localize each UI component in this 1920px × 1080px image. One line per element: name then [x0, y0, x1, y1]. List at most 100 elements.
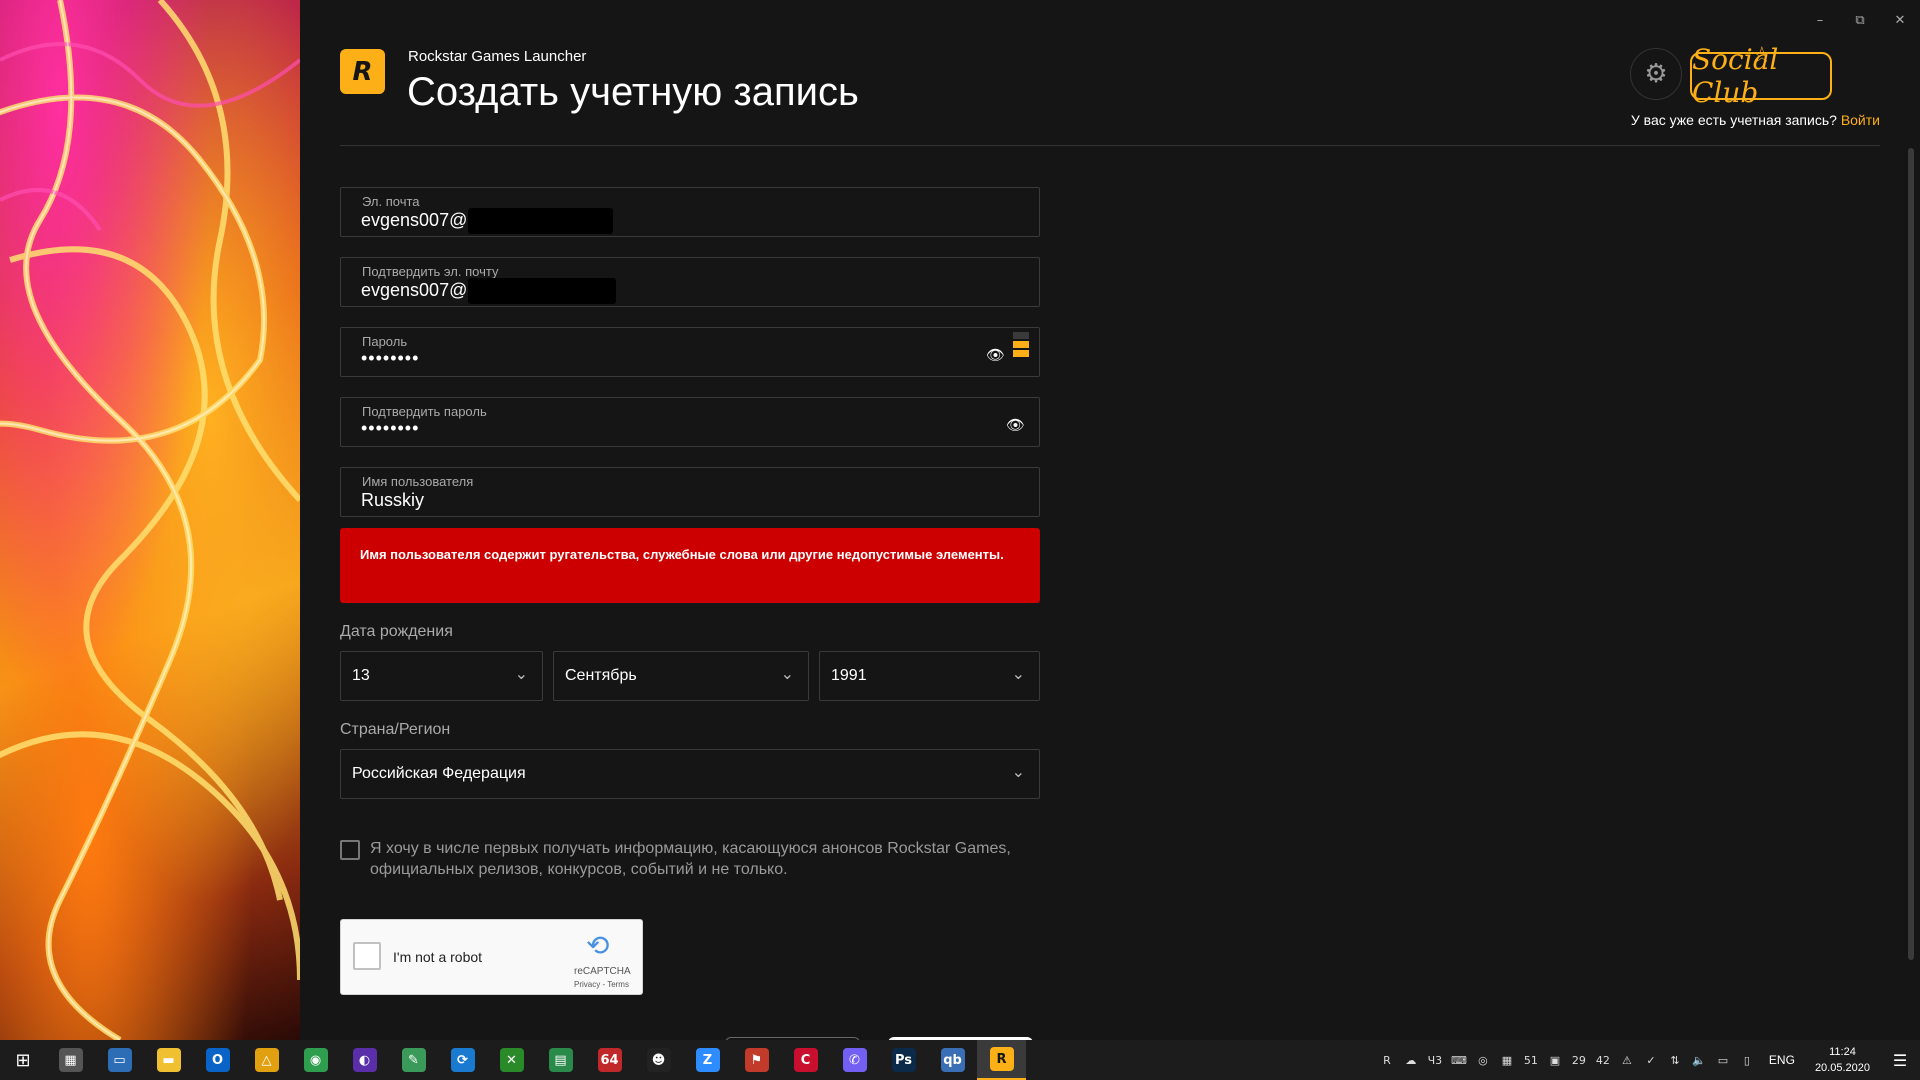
email-label: Эл. почта — [362, 194, 420, 209]
newsletter-checkbox[interactable] — [340, 840, 360, 860]
tray-icon[interactable]: ▣ — [1543, 1040, 1567, 1080]
taskbar-zoom-icon[interactable]: Z — [683, 1040, 732, 1080]
taskbar-filezilla-icon[interactable]: ⚑ — [732, 1040, 781, 1080]
username-error-message: Имя пользователя содержит ругательства, … — [340, 528, 1040, 603]
file-explorer-glyph: ▬ — [156, 1048, 181, 1072]
windows-start-icon[interactable]: ⊞ — [0, 1040, 46, 1080]
close-button[interactable]: ✕ — [1880, 0, 1920, 40]
taskbar-file-explorer-icon[interactable]: ▬ — [144, 1040, 193, 1080]
taskbar-calculator-icon[interactable]: ▦ — [46, 1040, 95, 1080]
tray-icon[interactable]: ☁ — [1399, 1040, 1423, 1080]
tray-icon[interactable]: ⇅ — [1663, 1040, 1687, 1080]
clock[interactable]: 11:24 20.05.2020 — [1815, 1044, 1870, 1076]
purple-app-glyph: ◐ — [352, 1048, 377, 1072]
page-title: Создать учетную запись — [407, 70, 859, 114]
taskbar-chrome-icon[interactable]: ◉ — [291, 1040, 340, 1080]
tray-icon[interactable]: 51 — [1519, 1040, 1543, 1080]
filezilla-glyph: ⚑ — [744, 1048, 769, 1072]
country-label: Страна/Регион — [340, 721, 451, 738]
paint-app-glyph: ✎ — [401, 1048, 426, 1072]
tray-icon[interactable]: 42 — [1591, 1040, 1615, 1080]
country-value: Российская Федерация — [352, 765, 526, 782]
dob-month-value: Сентябрь — [565, 667, 637, 684]
taskbar-triangle-app-icon[interactable]: △ — [242, 1040, 291, 1080]
qbittorrent-glyph: qb — [940, 1048, 965, 1072]
tray-icon[interactable]: ◎ — [1471, 1040, 1495, 1080]
mask-app-glyph: ☻ — [646, 1048, 671, 1072]
tray-icon[interactable]: ▭ — [1711, 1040, 1735, 1080]
confirm-email-field[interactable]: Подтвердить эл. почту evgens007@ — [340, 257, 1040, 307]
dob-year-select[interactable]: 1991 ⌄ — [819, 651, 1040, 701]
chevron-down-icon: ⌄ — [514, 664, 528, 683]
country-select[interactable]: Российская Федерация ⌄ — [340, 749, 1040, 799]
dob-day-value: 13 — [352, 667, 370, 684]
minimize-button[interactable]: – — [1800, 0, 1840, 40]
scrollbar[interactable] — [1908, 148, 1914, 960]
signin-link[interactable]: Войти — [1841, 112, 1880, 128]
settings-gear-icon[interactable]: ⚙ — [1630, 48, 1682, 100]
confirm-password-label: Подтвердить пароль — [362, 404, 487, 419]
confirm-password-field[interactable]: Подтвердить пароль •••••••• 👁 — [340, 397, 1040, 447]
tray-icon[interactable]: 29 — [1567, 1040, 1591, 1080]
taskbar-rockstar-launcher-icon[interactable]: R — [977, 1040, 1026, 1080]
restore-button[interactable]: ⧉ — [1840, 0, 1880, 40]
taskbar-remote-desktop-icon[interactable]: ▭ — [95, 1040, 144, 1080]
photoshop-glyph: Ps — [891, 1048, 916, 1072]
username-field[interactable]: Имя пользователя Russkiy — [340, 467, 1040, 517]
tray-icon[interactable]: 🔈 — [1687, 1040, 1711, 1080]
show-password-eye-icon[interactable]: 👁 — [986, 346, 1005, 364]
notification-center-icon[interactable]: ☰ — [1880, 1040, 1920, 1080]
sync-app-glyph: ⟳ — [450, 1048, 475, 1072]
system-tray: R ☁ Ч3 ⌨ ◎ ▦ 51 ▣ 29 42 ⚠ ✓ ⇅ 🔈 ▭ ▯ ENG 11:24 20.05.202… — [1375, 1040, 1920, 1080]
password-value: •••••••• — [361, 348, 420, 368]
email-field[interactable]: Эл. почта evgens007@ — [340, 187, 1040, 237]
clock-date: 20.05.2020 — [1814, 1062, 1870, 1074]
recaptcha-checkbox[interactable] — [353, 942, 381, 970]
tray-icon[interactable]: ▦ — [1495, 1040, 1519, 1080]
tray-icons: R ☁ Ч3 ⌨ ◎ ▦ 51 ▣ 29 42 ⚠ ✓ ⇅ 🔈 ▭ ▯ — [1375, 1040, 1759, 1080]
taskbar-paint-app-icon[interactable]: ✎ — [389, 1040, 438, 1080]
taskbar-mask-app-icon[interactable]: ☻ — [634, 1040, 683, 1080]
taskbar-photoshop-icon[interactable]: Ps — [879, 1040, 928, 1080]
taskbar-qbittorrent-icon[interactable]: qb — [928, 1040, 977, 1080]
logo-letter: R — [352, 56, 373, 87]
newsletter-text: Я хочу в числе первых получать информаци… — [370, 840, 1011, 878]
taskbar-outlook-icon[interactable]: O — [193, 1040, 242, 1080]
strength-segment — [1013, 341, 1029, 348]
taskbar-app-64-icon[interactable]: 64 — [585, 1040, 634, 1080]
taskbar-purple-app-icon[interactable]: ◐ — [340, 1040, 389, 1080]
recaptcha-label: I'm not a robot — [393, 949, 483, 965]
taskbar-red-c-app-icon[interactable]: C — [781, 1040, 830, 1080]
username-label: Имя пользователя — [362, 474, 474, 489]
dob-day-select[interactable]: 13 ⌄ — [340, 651, 543, 701]
taskbar-green-app-icon[interactable]: ▤ — [536, 1040, 585, 1080]
tray-icon[interactable]: R — [1375, 1040, 1399, 1080]
recaptcha-links[interactable]: Privacy - Terms — [574, 980, 629, 989]
header-divider — [340, 145, 1880, 146]
dob-label: Дата рождения — [340, 623, 453, 640]
chevron-down-icon: ⌄ — [780, 664, 794, 683]
taskbar-viber-icon[interactable]: ✆ — [830, 1040, 879, 1080]
red-c-app-glyph: C — [793, 1048, 818, 1072]
password-field[interactable]: Пароль •••••••• 👁 — [340, 327, 1040, 377]
taskbar-sync-app-icon[interactable]: ⟳ — [438, 1040, 487, 1080]
tray-icon[interactable]: ▯ — [1735, 1040, 1759, 1080]
recaptcha-icon: ⟲ — [586, 929, 610, 962]
tray-icon[interactable]: ⚠ — [1615, 1040, 1639, 1080]
green-app-glyph: ▤ — [548, 1048, 573, 1072]
dob-month-select[interactable]: Сентябрь ⌄ — [553, 651, 809, 701]
taskbar-pinned-apps: ▦ ▭ ▬ O △ ◉ ◐ ✎ ⟳ ✕ ▤ 64 ☻ Z ⚑ C ✆ Ps qb R — [46, 1040, 1026, 1080]
show-confirm-password-eye-icon[interactable]: 👁 — [1006, 416, 1025, 434]
tray-icon[interactable]: ⌨ — [1447, 1040, 1471, 1080]
signin-prompt-text: У вас уже есть учетная запись? — [1630, 112, 1837, 128]
confirm-email-value: evgens007@ — [361, 280, 468, 300]
tray-icon[interactable]: Ч3 — [1423, 1040, 1447, 1080]
triangle-app-glyph: △ — [254, 1048, 279, 1072]
app-64-glyph: 64 — [597, 1048, 622, 1072]
taskbar-xbox-icon[interactable]: ✕ — [487, 1040, 536, 1080]
neon-lines-decoration — [0, 0, 300, 1040]
language-indicator[interactable]: ENG — [1769, 1053, 1795, 1067]
tray-icon[interactable]: ✓ — [1639, 1040, 1663, 1080]
outlook-glyph: O — [205, 1048, 230, 1072]
signin-prompt: У вас уже есть учетная запись? Войти — [1631, 112, 1880, 128]
